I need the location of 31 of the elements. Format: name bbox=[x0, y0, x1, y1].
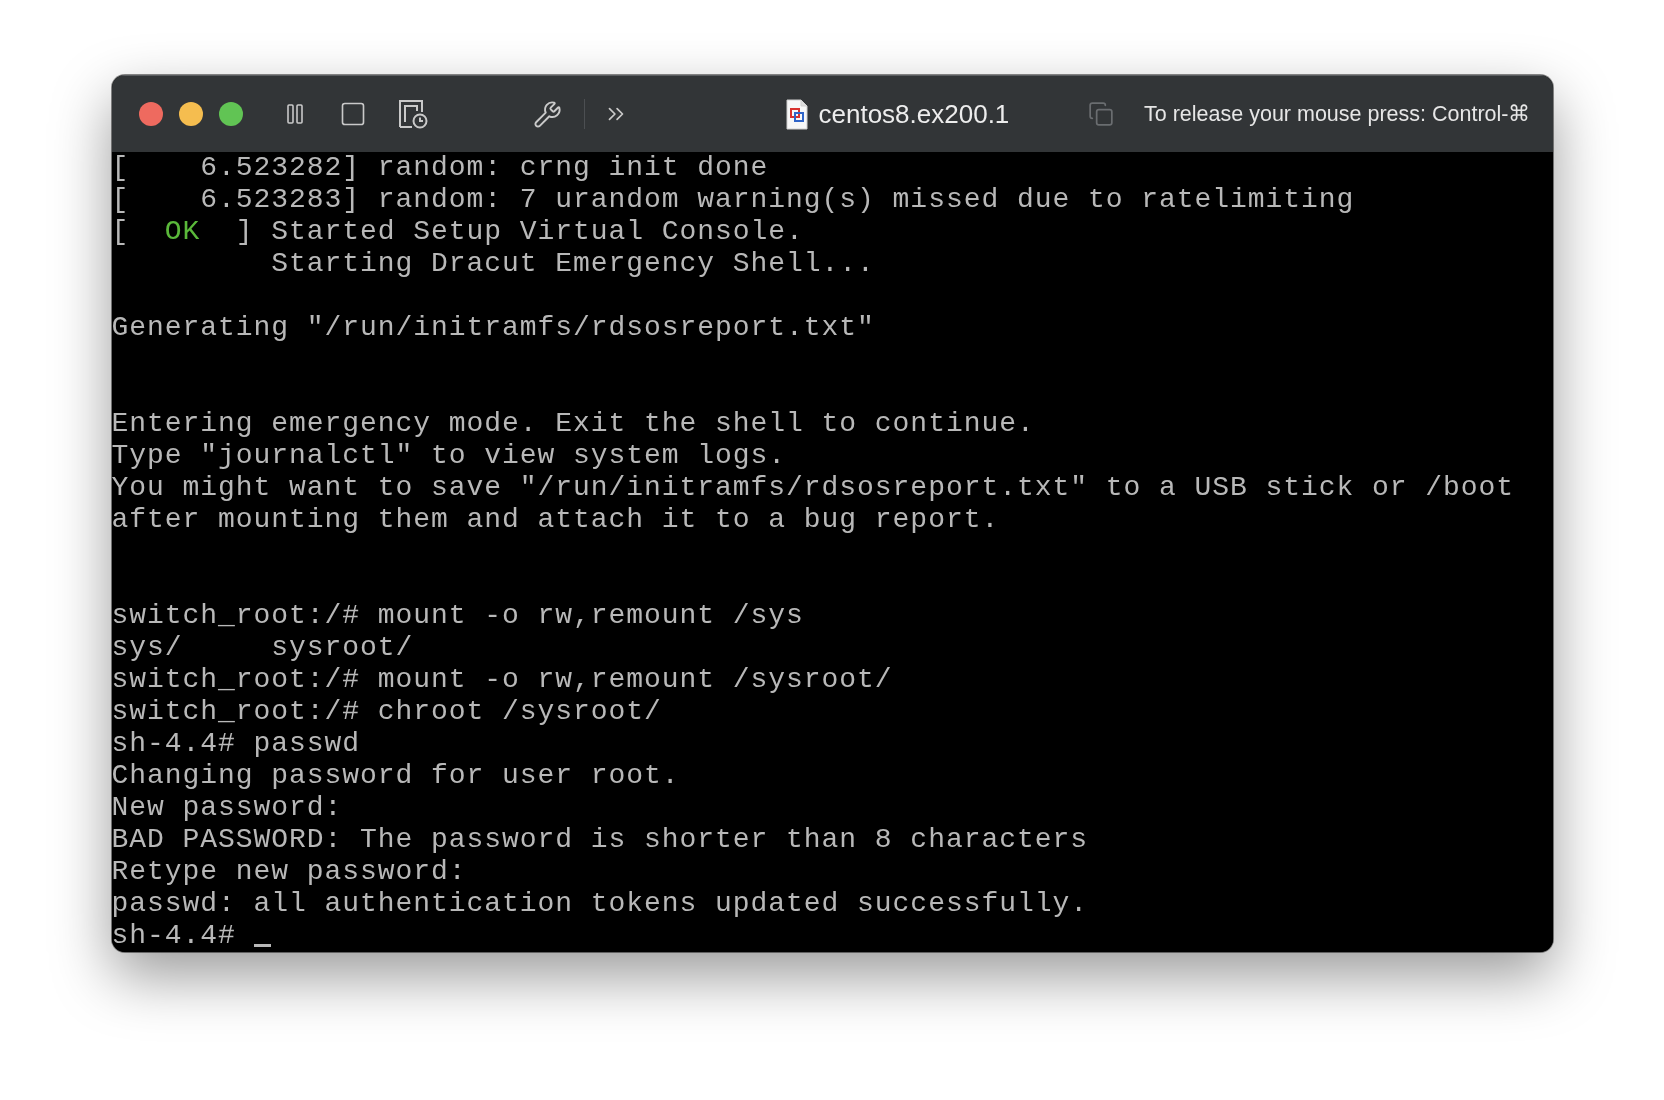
terminal-line: passwd: all authentication tokens updated successfully. bbox=[111, 888, 1088, 919]
shell-prompt: sh-4.4# bbox=[111, 920, 236, 951]
minimize-button[interactable] bbox=[178, 102, 203, 126]
terminal-line: Entering emergency mode. Exit the shell to continue. bbox=[111, 408, 1035, 439]
terminal-text: [ bbox=[111, 216, 131, 247]
terminal-line: after mounting them and attach it to a bug report. bbox=[111, 504, 1000, 535]
terminal-line: switch_root:/# mount -o rw,remount /sys bbox=[111, 600, 804, 631]
terminal-line: Starting Dracut Emergency Shell... bbox=[271, 248, 875, 279]
terminal-line: Generating "/run/initramfs/rdsosreport.txt" bbox=[111, 312, 875, 343]
zoom-button[interactable] bbox=[218, 102, 243, 126]
terminal-line: You might want to save "/run/initramfs/rdsosreport.txt" to a USB stick or /boot bbox=[111, 472, 1514, 503]
copy-icon[interactable] bbox=[1088, 101, 1115, 127]
terminal-line: Retype new password: bbox=[111, 856, 467, 887]
release-mouse-hint: To release your mouse press: Control-⌘ bbox=[1144, 101, 1531, 127]
close-button[interactable] bbox=[138, 102, 163, 126]
terminal-line: Changing password for user root. bbox=[111, 760, 680, 791]
terminal-line: New password: bbox=[111, 792, 343, 823]
terminal-line: Type "journalctl" to view system logs. bbox=[111, 440, 787, 471]
snapshot-icon[interactable] bbox=[398, 99, 428, 129]
wrench-icon[interactable] bbox=[532, 99, 562, 129]
terminal-line: sys/ sysroot/ bbox=[111, 632, 414, 663]
terminal-line: sh-4.4# passwd bbox=[111, 728, 361, 759]
terminal-text: ] Started Setup Virtual Console. bbox=[234, 216, 804, 247]
document-icon bbox=[785, 98, 808, 130]
terminal-line: switch_root:/# mount -o rw,remount /sysroot/ bbox=[111, 664, 893, 695]
terminal-line: [ 6.523283] random: 7 urandom warning(s) missed due to ratelimiting bbox=[111, 184, 1355, 215]
terminal-line: [ 6.523282] random: crng init done bbox=[111, 152, 769, 183]
terminal-line: switch_root:/# chroot /sysroot/ bbox=[111, 696, 662, 727]
window-title: centos8.ex200.1 bbox=[818, 98, 1010, 130]
terminal-line: BAD PASSWORD: The password is shorter than 8 characters bbox=[111, 824, 1088, 855]
status-label: OK bbox=[164, 216, 201, 247]
